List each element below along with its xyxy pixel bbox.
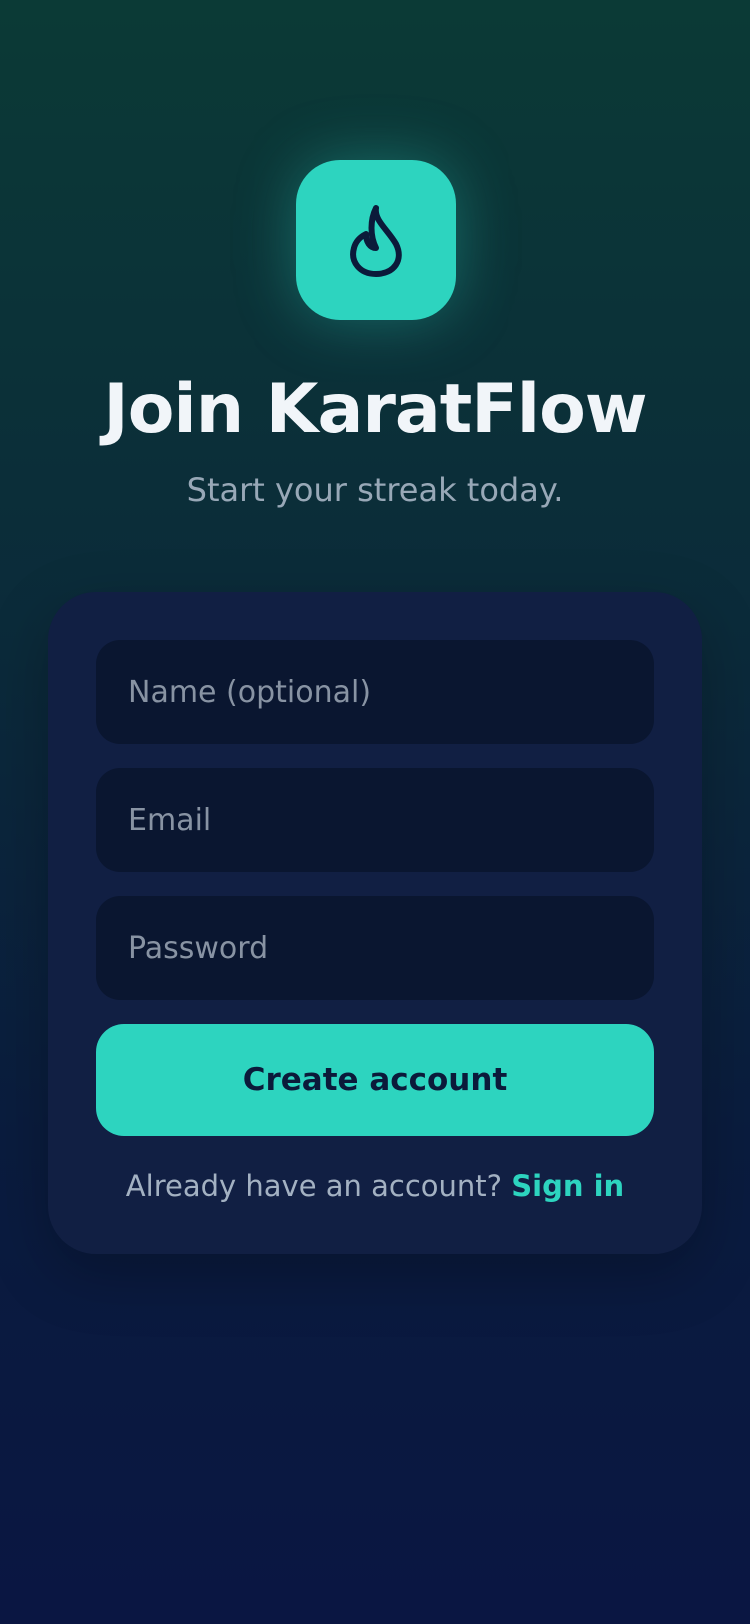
name-input[interactable] [96,640,654,744]
signup-card: Create account Already have an account? … [48,592,702,1254]
signin-prompt: Already have an account? [125,1169,512,1203]
signin-link[interactable]: Sign in [511,1169,624,1203]
signin-row: Already have an account? Sign in [48,1166,702,1206]
email-input[interactable] [96,768,654,872]
page-subtitle: Start your streak today. [186,471,564,509]
app-logo [296,160,456,320]
page-title: Join KaratFlow [103,370,647,449]
password-input[interactable] [96,896,654,1000]
flame-icon [350,205,402,277]
create-account-button[interactable]: Create account [96,1024,654,1136]
